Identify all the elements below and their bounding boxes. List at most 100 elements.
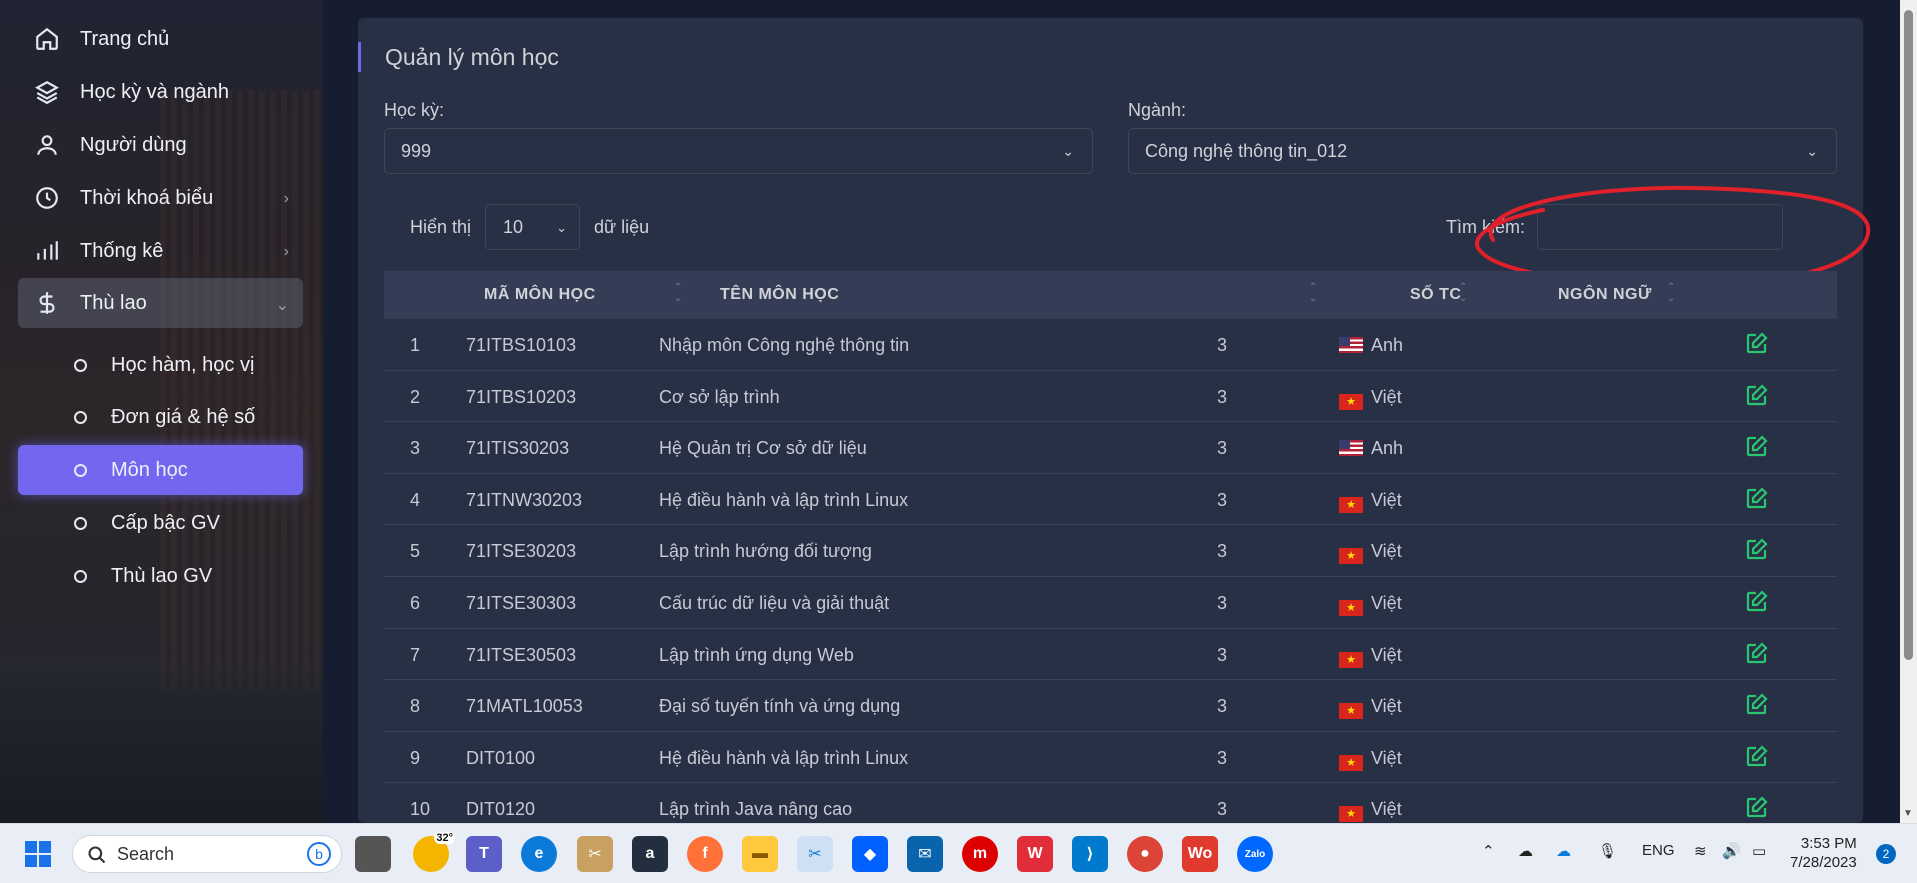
snip-sketch-icon[interactable]: ✂: [797, 836, 833, 872]
courses-table: MÃ MÔN HỌC ⌃ ⌄ TÊN MÔN HỌC ⌃ ⌄ SỐ TC ⌃ ⌄ NG…: [384, 271, 1837, 835]
course-code: 71ITNW30203: [466, 489, 583, 510]
bar-chart-icon: [32, 236, 62, 266]
windows-taskbar: Search b 32° T e ✂ a f ▬ ✂ ◆ ✉ m W ⟩ ● W…: [0, 823, 1917, 883]
chevron-right-icon: ›: [283, 243, 289, 260]
major-select-value: Công nghệ thông tin_012: [1145, 140, 1348, 161]
column-header-credits[interactable]: SỐ TC: [1410, 286, 1461, 304]
sidebar-subitem-label: Học hàm, học vị: [111, 353, 255, 376]
taskbar-clock[interactable]: 3:53 PM 7/28/2023: [1790, 834, 1857, 872]
app-red-icon[interactable]: m: [962, 836, 998, 872]
sort-icon[interactable]: ⌃ ⌄: [1459, 282, 1468, 304]
circle-icon: [74, 358, 87, 372]
row-number: 9: [410, 747, 421, 768]
semester-select[interactable]: 999 ⌄: [384, 128, 1093, 174]
teams-icon[interactable]: T: [466, 836, 502, 872]
edit-icon[interactable]: [1745, 795, 1769, 819]
sort-icon[interactable]: ⌃ ⌄: [1667, 282, 1676, 304]
sort-icon[interactable]: ⌃ ⌄: [1309, 282, 1318, 304]
task-view-icon[interactable]: [355, 836, 391, 872]
edit-icon[interactable]: [1745, 434, 1769, 458]
clock-date: 7/28/2023: [1790, 854, 1857, 871]
bing-icon[interactable]: b: [307, 842, 331, 866]
weather-icon[interactable]: 32°: [413, 832, 455, 872]
semester-label: Học kỳ:: [384, 100, 445, 120]
search-label: Tìm kiếm:: [1446, 216, 1525, 237]
amazon-icon[interactable]: a: [632, 836, 668, 872]
edit-icon[interactable]: [1745, 383, 1769, 407]
course-code: 71ITSE30203: [466, 541, 577, 562]
table-search: Tìm kiếm:: [1446, 204, 1783, 250]
page-length-select[interactable]: 10 ⌄: [485, 204, 581, 250]
table-header: MÃ MÔN HỌC ⌃ ⌄ TÊN MÔN HỌC ⌃ ⌄ SỐ TC ⌃ ⌄ NG…: [384, 271, 1837, 319]
mail-icon[interactable]: ✉: [907, 836, 943, 872]
edge-icon[interactable]: e: [521, 836, 557, 872]
course-language: ★ Việt: [1339, 541, 1402, 565]
course-credits: 3: [1217, 799, 1228, 820]
column-header-name[interactable]: TÊN MÔN HỌC: [720, 286, 839, 304]
edit-icon[interactable]: [1745, 641, 1769, 665]
course-language: ★ Việt: [1339, 748, 1402, 771]
course-credits: 3: [1217, 386, 1228, 407]
course-code: 71ITBS10103: [466, 335, 577, 355]
sidebar-item-home[interactable]: Trang chủ: [18, 14, 303, 64]
firefox-icon[interactable]: f: [687, 836, 723, 872]
main-content: Quản lý môn học Học kỳ: 999 ⌄ Ngành: Côn…: [323, 0, 1917, 835]
sidebar-subitem-lecturer-rank[interactable]: Cấp bậc GV: [18, 498, 303, 548]
sidebar-item-label: Thù lao: [80, 291, 147, 314]
course-language: ★ Việt: [1339, 645, 1402, 668]
dropbox-icon[interactable]: ◆: [852, 836, 888, 872]
microphone-icon[interactable]: 🎙: [1598, 842, 1617, 860]
chevron-down-icon: ⌄: [1806, 143, 1818, 159]
notification-badge[interactable]: 2: [1876, 844, 1896, 864]
search-input[interactable]: [1537, 204, 1783, 250]
scroll-down-icon[interactable]: ▼: [1903, 808, 1913, 819]
zalo-icon[interactable]: Zalo: [1237, 836, 1273, 872]
major-select[interactable]: Công nghệ thông tin_012 ⌄: [1128, 128, 1837, 174]
sort-icon[interactable]: ⌃ ⌄: [674, 282, 683, 304]
sidebar-item-statistics[interactable]: Thống kê ›: [18, 226, 303, 276]
cloud-icon[interactable]: ☁: [1518, 842, 1533, 860]
edit-icon[interactable]: [1745, 744, 1769, 768]
edit-icon[interactable]: [1745, 692, 1769, 716]
sidebar-item-timetable[interactable]: Thời khoá biểu ›: [18, 173, 303, 223]
edit-icon[interactable]: [1745, 486, 1769, 510]
language-label: Anh: [1371, 335, 1404, 355]
course-code: 71ITSE30303: [466, 592, 577, 613]
sidebar-subitem-courses[interactable]: Môn học: [18, 445, 303, 495]
wps-writer-icon[interactable]: W: [1017, 836, 1053, 872]
edit-icon[interactable]: [1745, 537, 1769, 561]
page-scrollbar[interactable]: ▼: [1900, 0, 1917, 823]
onedrive-icon[interactable]: ☁: [1556, 842, 1571, 860]
chrome-icon[interactable]: ●: [1127, 836, 1163, 872]
edit-icon[interactable]: [1745, 589, 1769, 613]
sidebar-item-users[interactable]: Người dùng: [18, 120, 303, 170]
column-header-language[interactable]: NGÔN NGỮ: [1558, 286, 1652, 304]
sidebar-item-semester-major[interactable]: Học kỳ và ngành: [18, 67, 303, 117]
sidebar-subitem-lecturer-pay[interactable]: Thù lao GV: [18, 551, 303, 601]
snipping-tool-icon[interactable]: ✂: [577, 836, 613, 872]
sidebar-item-label: Thời khoá biểu: [80, 186, 214, 209]
windows-start-icon[interactable]: [20, 836, 56, 872]
language-indicator[interactable]: ENG: [1642, 842, 1675, 859]
sidebar-subitem-unit-price[interactable]: Đơn giá & hệ số: [18, 392, 303, 442]
wifi-icon[interactable]: ≋: [1694, 842, 1707, 860]
sidebar-item-remuneration[interactable]: Thù lao ⌄: [18, 278, 303, 328]
wps-office-icon[interactable]: Wo: [1182, 836, 1218, 872]
user-icon: [32, 130, 62, 160]
volume-icon[interactable]: 🔊: [1722, 842, 1741, 860]
edit-icon[interactable]: [1745, 331, 1769, 355]
sidebar-subitem-academic-titles[interactable]: Học hàm, học vị: [18, 340, 303, 390]
us-flag-icon: [1339, 440, 1363, 457]
vscode-icon[interactable]: ⟩: [1072, 836, 1108, 872]
chevron-up-icon[interactable]: ⌃: [1482, 842, 1495, 860]
file-explorer-icon[interactable]: ▬: [742, 836, 778, 872]
column-header-code[interactable]: MÃ MÔN HỌC: [484, 286, 596, 304]
course-code: 71MATL10053: [466, 696, 583, 717]
sidebar-item-label: Người dùng: [80, 133, 187, 156]
sidebar-subitem-label: Thù lao GV: [111, 564, 213, 587]
battery-icon[interactable]: ▭: [1752, 842, 1766, 860]
taskbar-search[interactable]: Search b: [72, 835, 342, 873]
language-label: Việt: [1371, 489, 1402, 510]
scrollbar-thumb[interactable]: [1904, 10, 1913, 660]
row-number: 5: [410, 541, 421, 562]
